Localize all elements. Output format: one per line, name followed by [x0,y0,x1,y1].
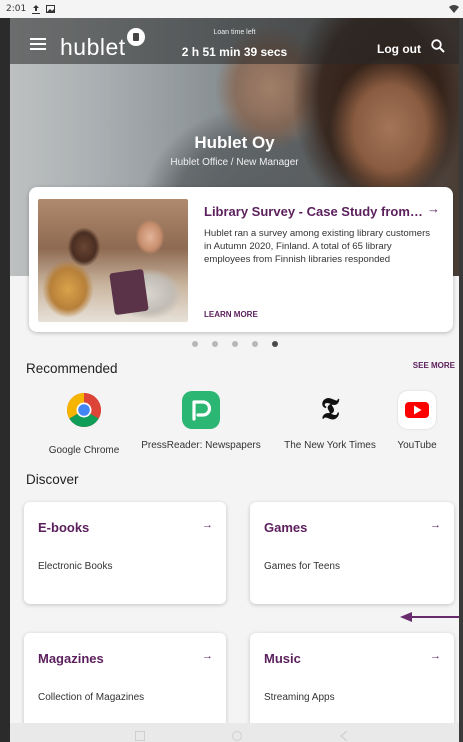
image-icon [46,5,56,13]
app-youtube[interactable]: YouTube [394,391,440,451]
featured-article-description: Hublet ran a survey among existing libra… [204,228,431,265]
tile-title: Music [264,651,301,666]
tile-subtitle: Collection of Magazines [38,692,145,703]
arrow-right-icon: → [430,650,441,662]
carousel-dot-active[interactable] [271,341,278,347]
status-bar: 2:01 [0,0,463,18]
loan-time-caption: Loan time left [213,29,256,36]
arrow-right-icon: → [202,650,213,662]
tile-subtitle: Streaming Apps [264,692,335,703]
app-label: PressReader: Newspapers [141,440,261,451]
upload-icon [32,4,41,14]
search-icon[interactable] [431,39,445,53]
arrow-right-icon[interactable]: → [427,201,440,216]
organization-subtitle: Hublet Office / New Manager [170,157,299,168]
wifi-icon [449,5,459,13]
youtube-icon [398,391,436,429]
recommended-apps-row: Google Chrome PressReader: Newspapers 𝕿 … [10,391,459,461]
featured-article-image [38,199,188,322]
swipe-left-arrow-icon [400,612,459,622]
chrome-icon [67,393,101,427]
carousel-dot[interactable] [251,341,258,347]
carousel-dot[interactable] [191,341,198,347]
carousel-indicator [10,341,459,347]
category-tile-music[interactable]: Music → Streaming Apps [250,633,454,733]
category-tile-magazines[interactable]: Magazines → Collection of Magazines [24,633,226,733]
status-time: 2:01 [6,4,27,14]
discover-heading: Discover [26,472,79,487]
android-navigation-bar [10,723,459,742]
nyt-icon: 𝕿 [320,392,340,427]
featured-article-title: Library Survey - Case Study from Finland [204,204,426,219]
tile-title: Games [264,520,308,535]
tile-subtitle: Electronic Books [38,561,113,572]
app-screen: hublet Loan time left 2 h 51 min 39 secs… [10,6,459,742]
category-tile-ebooks[interactable]: E-books → Electronic Books [24,502,226,604]
app-label: Google Chrome [48,445,120,456]
tile-subtitle: Games for Teens [264,561,340,572]
logout-button[interactable]: Log out [377,42,421,56]
tile-title: Magazines [38,651,104,666]
back-icon[interactable] [340,731,348,741]
app-pressreader[interactable]: PressReader: Newspapers [137,391,265,451]
carousel-dot[interactable] [231,341,238,347]
learn-more-link[interactable]: LEARN MORE [204,310,258,319]
home-icon[interactable] [232,731,242,741]
carousel-dot[interactable] [211,341,218,347]
category-tile-games[interactable]: Games → Games for Teens [250,502,454,604]
top-app-bar: hublet Loan time left 2 h 51 min 39 secs… [10,18,459,64]
app-label: The New York Times [284,440,376,451]
app-new-york-times[interactable]: 𝕿 The New York Times [277,391,383,451]
recommended-heading: Recommended [26,361,118,376]
featured-article-card[interactable]: Library Survey - Case Study from Finland… [29,187,453,332]
recent-apps-icon[interactable] [135,731,145,741]
organization-title: Hublet Oy [194,133,275,152]
pressreader-icon [182,391,220,429]
tile-title: E-books [38,520,90,535]
app-label: YouTube [397,440,437,451]
arrow-right-icon: → [430,519,441,531]
arrow-right-icon: → [202,519,213,531]
see-more-link[interactable]: SEE MORE [413,361,455,370]
device-frame [0,0,10,742]
app-google-chrome[interactable]: Google Chrome [46,391,122,456]
